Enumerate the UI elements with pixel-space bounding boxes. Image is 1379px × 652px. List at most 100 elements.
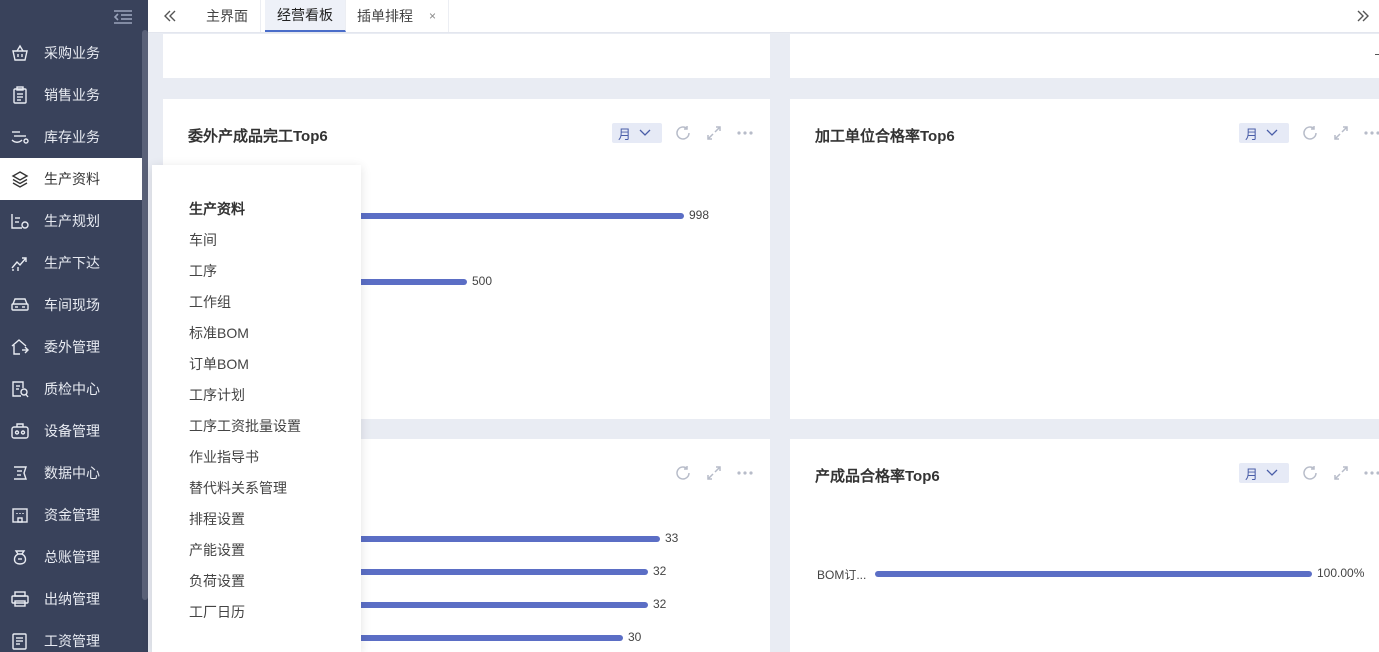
sidebar-item-quality[interactable]: 质检中心 xyxy=(0,368,142,410)
flyout-item-factory-calendar[interactable]: 工厂日历 xyxy=(189,602,245,622)
flyout-item-work-group[interactable]: 工作组 xyxy=(189,292,231,312)
sidebar-item-purchase[interactable]: 采购业务 xyxy=(0,32,142,74)
sidebar: 采购业务 销售业务 库存业务 生产资料 生产规划 生产下达 车间现场 委外管理 … xyxy=(0,0,148,652)
expand-icon[interactable] xyxy=(704,123,724,143)
sidebar-item-inventory[interactable]: 库存业务 xyxy=(0,116,142,158)
printer-icon xyxy=(10,589,30,609)
card-above-right xyxy=(790,34,1379,78)
sidebar-item-label: 销售业务 xyxy=(44,87,100,103)
ledger-icon xyxy=(10,547,30,567)
more-icon[interactable] xyxy=(1362,463,1379,483)
data-icon xyxy=(10,463,30,483)
flyout-item-process[interactable]: 工序 xyxy=(189,261,217,281)
flyout-item-scheduling-settings[interactable]: 排程设置 xyxy=(189,509,245,529)
tab-label: 经营看板 xyxy=(277,7,333,23)
sidebar-item-label: 车间现场 xyxy=(44,297,100,313)
period-select[interactable]: 月 xyxy=(612,123,662,143)
card-title: 委外产成品完工Top6 xyxy=(188,128,328,145)
flyout-item-capacity-settings[interactable]: 产能设置 xyxy=(189,540,245,560)
chart-bar xyxy=(353,569,648,575)
expand-icon[interactable] xyxy=(1331,463,1351,483)
period-select[interactable]: 月 xyxy=(1239,123,1289,143)
outsource-icon xyxy=(10,337,30,357)
sidebar-item-label: 生产下达 xyxy=(44,255,100,271)
sidebar-item-sales[interactable]: 销售业务 xyxy=(0,74,142,116)
chart-bar xyxy=(353,213,684,219)
refresh-icon[interactable] xyxy=(673,463,693,483)
tab-home[interactable]: 主界面 xyxy=(194,0,261,32)
sidebar-item-label: 生产规划 xyxy=(44,213,100,229)
sidebar-item-outsourcing[interactable]: 委外管理 xyxy=(0,326,142,368)
equipment-icon xyxy=(10,421,30,441)
basket-icon xyxy=(10,43,30,63)
card-title: 加工单位合格率Top6 xyxy=(815,128,955,145)
building-icon xyxy=(10,505,30,525)
layers-icon xyxy=(10,169,30,189)
bar-value: 30 xyxy=(628,630,642,644)
more-icon[interactable] xyxy=(735,463,755,483)
workshop-icon xyxy=(10,295,30,315)
chart-bar xyxy=(353,536,660,542)
tab-bar: 主界面 经营看板 插单排程 × xyxy=(148,0,1379,33)
flyout-item-substitute-material[interactable]: 替代料关系管理 xyxy=(189,478,287,498)
sidebar-item-production-release[interactable]: 生产下达 xyxy=(0,242,142,284)
bar-value: 33 xyxy=(665,531,679,545)
sidebar-item-equipment[interactable]: 设备管理 xyxy=(0,410,142,452)
tabs-scroll-right-icon[interactable] xyxy=(1347,0,1379,32)
bar-value: 100.00% xyxy=(1317,566,1365,580)
sidebar-item-salary[interactable]: 工资管理 xyxy=(0,620,142,652)
menu-collapse-icon[interactable] xyxy=(112,8,134,26)
chevron-down-icon xyxy=(639,129,651,136)
chevron-down-icon xyxy=(1266,129,1278,136)
sidebar-item-production-planning[interactable]: 生产规划 xyxy=(0,200,142,242)
refresh-icon[interactable] xyxy=(673,123,693,143)
sidebar-item-label: 工资管理 xyxy=(44,633,100,649)
inventory-icon xyxy=(10,127,30,147)
expand-icon[interactable] xyxy=(704,463,724,483)
refresh-icon[interactable] xyxy=(1300,463,1320,483)
more-icon[interactable] xyxy=(735,123,755,143)
scroll-marker xyxy=(1375,54,1379,55)
sidebar-item-data-center[interactable]: 数据中心 xyxy=(0,452,142,494)
close-tab-icon[interactable]: × xyxy=(429,9,436,23)
bar-value: 32 xyxy=(653,564,667,578)
sidebar-item-label: 采购业务 xyxy=(44,45,100,61)
flyout-item-process-plan[interactable]: 工序计划 xyxy=(189,385,245,405)
more-icon[interactable] xyxy=(1362,123,1379,143)
flyout-item-batch-wage-settings[interactable]: 工序工资批量设置 xyxy=(189,416,301,436)
period-select[interactable]: 月 xyxy=(1239,463,1289,483)
tab-label: 主界面 xyxy=(206,8,248,24)
card-title: 产成品合格率Top6 xyxy=(815,468,940,485)
tab-insert-order-scheduling[interactable]: 插单排程 × xyxy=(345,0,450,32)
sidebar-item-label: 设备管理 xyxy=(44,423,100,439)
sidebar-item-label: 出纳管理 xyxy=(44,591,100,607)
tab-business-dashboard[interactable]: 经营看板 xyxy=(265,0,346,32)
period-value: 月 xyxy=(618,126,632,142)
sidebar-item-label: 质检中心 xyxy=(44,381,100,397)
card-above-left xyxy=(163,34,770,78)
chart-bar xyxy=(875,571,1312,577)
sidebar-item-general-ledger[interactable]: 总账管理 xyxy=(0,536,142,578)
chart-bar xyxy=(353,279,467,285)
card-controls: 月 xyxy=(1239,463,1379,483)
refresh-icon[interactable] xyxy=(1300,123,1320,143)
flyout-item-standard-bom[interactable]: 标准BOM xyxy=(189,323,249,343)
card-finished-product-pass-rate: 产成品合格率Top6 月 BOM订... 100.00% xyxy=(790,439,1379,652)
sidebar-item-funds[interactable]: 资金管理 xyxy=(0,494,142,536)
flyout-item-load-settings[interactable]: 负荷设置 xyxy=(189,571,245,591)
bar-value: 998 xyxy=(689,208,710,222)
bar-value: 500 xyxy=(472,274,493,288)
tabs-scroll-left-icon[interactable] xyxy=(150,0,190,32)
sidebar-scrollbar[interactable] xyxy=(142,30,148,600)
flyout-item-workshop[interactable]: 车间 xyxy=(189,230,217,250)
expand-icon[interactable] xyxy=(1331,123,1351,143)
sidebar-item-workshop[interactable]: 车间现场 xyxy=(0,284,142,326)
sidebar-item-label: 库存业务 xyxy=(44,129,100,145)
card-controls: 月 xyxy=(612,123,755,143)
flyout-item-work-instructions[interactable]: 作业指导书 xyxy=(189,447,259,467)
sidebar-item-label: 资金管理 xyxy=(44,507,100,523)
sidebar-item-production-data[interactable]: 生产资料 xyxy=(0,158,142,200)
sidebar-item-label: 委外管理 xyxy=(44,339,100,355)
flyout-item-order-bom[interactable]: 订单BOM xyxy=(189,354,249,374)
sidebar-item-cashier[interactable]: 出纳管理 xyxy=(0,578,142,620)
